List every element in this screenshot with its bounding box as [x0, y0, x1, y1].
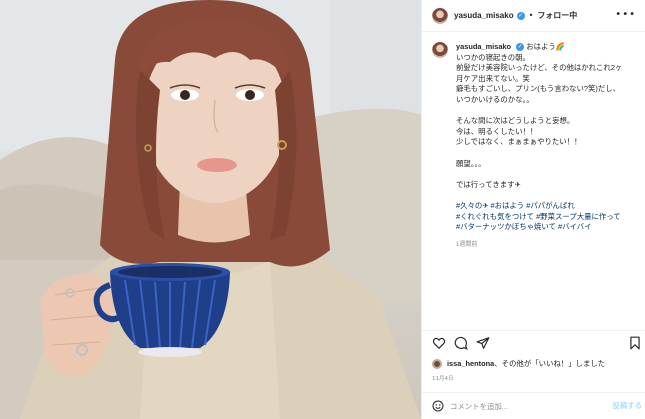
ellipsis-icon[interactable]: ••• [615, 9, 636, 20]
caption-line: 癖毛もすごいし、プリン(もう言わない?笑)だし、 [456, 84, 621, 94]
caption-line: 前髪だけ美容院いったけど、その他はかれこれ2ヶ [456, 63, 623, 73]
hashtag-line[interactable]: #バターナッツかぼちゃ焼いて #バイバイ [456, 222, 640, 233]
selfie-illustration [0, 0, 421, 419]
post-time[interactable]: 1週間前 [456, 240, 640, 251]
hashtag-line[interactable]: #久々の✈ #おはよう #パパがんばれ [456, 201, 640, 212]
caption-avatar[interactable] [432, 42, 448, 58]
hashtag-line[interactable]: #くれぐれも気をつけて #野菜スープ大量に作って [456, 212, 640, 223]
action-bar [432, 336, 642, 352]
liker-username[interactable]: issa_hentona [447, 359, 494, 368]
comment-icon[interactable] [454, 336, 468, 350]
post-photo [0, 0, 421, 419]
caption-first-line: yasuda_misako ✓ おはよう🌈 [456, 42, 640, 53]
verified-badge-icon: ✓ [516, 43, 525, 52]
caption-line: 今は、明るくしたい！！ [456, 126, 538, 136]
caption-body: yasuda_misako ✓ おはよう🌈 いつかの寝起きの朝。 前髪だけ美容院… [456, 42, 640, 250]
post-sidebar: yasuda_misako ✓ • フォロー中 ••• yasuda_misak… [421, 0, 645, 419]
caption-line: そんな間に次はどうしようと妄想。 [456, 116, 575, 126]
avatar[interactable] [432, 7, 448, 24]
comment-bar: 投稿する [432, 398, 642, 414]
header-separator: • [528, 11, 534, 20]
header-username[interactable]: yasuda_misako [454, 11, 514, 20]
bookmark-icon[interactable] [628, 336, 642, 350]
caption-line: 月ケア出来てない。笑 [456, 73, 530, 83]
emoji-icon[interactable] [432, 400, 444, 412]
post-comment-button[interactable]: 投稿する [612, 400, 642, 411]
comment-input[interactable] [450, 401, 590, 411]
caption-line: 願望。。。 [456, 158, 486, 168]
caption-line: いつかいけるのかな。。 [456, 94, 534, 104]
caption-line: 少しではなく、まぁまぁやりたい！！ [456, 137, 582, 147]
caption: yasuda_misako ✓ おはよう🌈 いつかの寝起きの朝。 前髪だけ美容院… [432, 42, 640, 250]
divider [422, 392, 645, 393]
caption-line: おはよう🌈 [526, 42, 565, 51]
caption-username[interactable]: yasuda_misako [456, 42, 511, 51]
caption-line: いつかの寝起きの朝。 [456, 52, 530, 62]
liker-avatar[interactable] [432, 358, 442, 369]
heart-icon[interactable] [432, 336, 446, 350]
share-icon[interactable] [476, 336, 490, 350]
divider [422, 330, 645, 331]
verified-badge-icon: ✓ [516, 11, 525, 20]
likes-text: 、その他が「いいね！」しました [494, 359, 606, 368]
post-header: yasuda_misako ✓ • フォロー中 ••• [422, 0, 645, 32]
caption-line: では行ってきます✈ [456, 179, 521, 189]
likes-summary: issa_hentona 、その他が「いいね！」しました [432, 358, 605, 369]
following-button[interactable]: フォロー中 [537, 10, 577, 21]
post-date: 11月4日 [432, 376, 454, 382]
